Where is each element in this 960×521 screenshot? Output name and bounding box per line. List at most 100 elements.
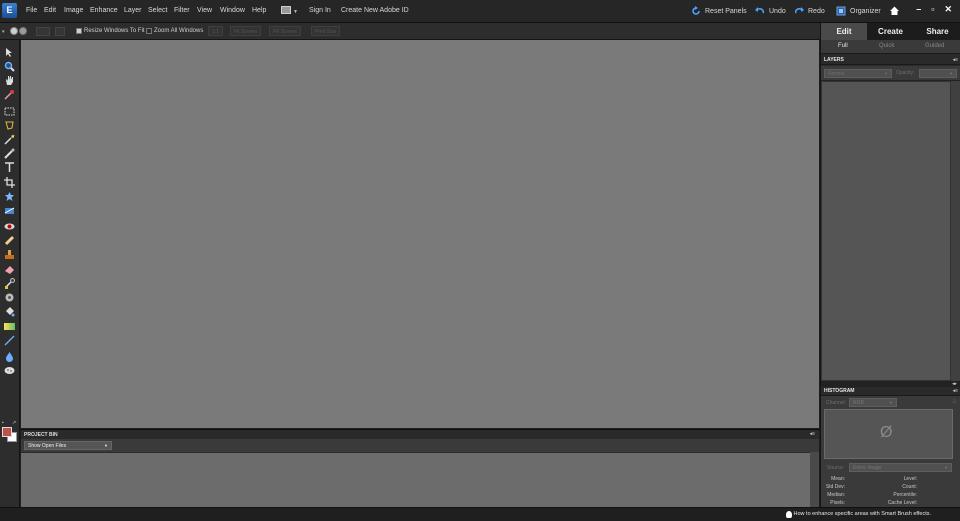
type-icon[interactable] <box>4 162 15 173</box>
chevron-down-icon: ▼ <box>889 400 893 405</box>
close-button[interactable]: ✕ <box>944 4 952 15</box>
minimize-button[interactable]: – <box>916 4 921 15</box>
lasso-icon[interactable] <box>4 120 15 131</box>
stat-median-label: Median: <box>827 492 845 498</box>
red-eye-icon[interactable] <box>4 221 15 232</box>
toolbox: ↗ ▪ <box>0 40 20 507</box>
source-select[interactable]: Entire Image ▼ <box>849 463 952 472</box>
foreground-color-swatch[interactable] <box>2 427 12 437</box>
gradient-icon[interactable] <box>4 321 15 332</box>
shape-icon[interactable] <box>4 335 15 346</box>
subtab-guided[interactable]: Guided <box>925 43 944 49</box>
eyedropper-icon[interactable] <box>4 89 15 100</box>
restore-button[interactable]: ▫ <box>931 4 934 15</box>
undo-button[interactable]: Undo <box>755 5 786 17</box>
swap-colors-icon[interactable]: ↗ <box>12 420 16 426</box>
menu-help[interactable]: Help <box>252 7 266 14</box>
eraser-icon[interactable] <box>4 264 15 275</box>
menu-layer[interactable]: Layer <box>124 7 142 14</box>
default-colors-icon[interactable]: ▪ <box>2 420 4 426</box>
blur-icon[interactable] <box>4 351 15 362</box>
zoom-icon[interactable] <box>4 61 15 72</box>
chevron-down-icon: ▼ <box>949 71 953 76</box>
histogram-graph: Ø <box>824 409 953 459</box>
zoom-dropdown[interactable] <box>55 27 65 36</box>
menu-filter[interactable]: Filter <box>174 7 190 14</box>
smart-brush-icon[interactable] <box>4 292 15 303</box>
paint-bucket-icon[interactable] <box>4 306 15 317</box>
redo-button[interactable]: Redo <box>794 5 825 17</box>
quick-selection-icon[interactable] <box>4 148 15 159</box>
fit-screen-button[interactable]: Fit Screen <box>230 26 261 36</box>
healing-brush-icon[interactable] <box>4 235 15 246</box>
status-bar: How to enhance specific areas with Smart… <box>0 507 960 521</box>
stat-stddev-label: Std Dev: <box>825 484 845 490</box>
bin-files-select[interactable]: Show Open Files ▼ <box>24 441 112 450</box>
hand-icon[interactable] <box>4 75 15 86</box>
layers-scrollbar[interactable] <box>951 81 960 381</box>
clone-stamp-icon[interactable] <box>4 249 15 260</box>
menu-view[interactable]: View <box>197 7 212 14</box>
zoom-all-checkbox[interactable] <box>146 28 152 34</box>
menu-window[interactable]: Window <box>220 7 245 14</box>
blend-mode-select[interactable]: Normal ▼ <box>824 69 892 78</box>
organizer-label: Organizer <box>850 7 881 15</box>
histogram-title: HISTOGRAM <box>824 388 855 394</box>
bin-thumbnails-area[interactable] <box>21 452 810 507</box>
channel-label: Channel: <box>826 400 847 406</box>
zoom-in-icon[interactable] <box>10 27 18 35</box>
layers-panel-header: LAYERS ◂≡ <box>821 56 960 65</box>
print-size-button[interactable]: Print Size <box>311 26 341 36</box>
window-controls: – ▫ ✕ <box>916 4 952 15</box>
document-canvas[interactable] <box>21 40 819 428</box>
move-icon[interactable] <box>4 47 15 58</box>
channel-select[interactable]: RGB ▼ <box>849 398 897 407</box>
tab-share[interactable]: Share <box>914 23 960 40</box>
undo-label: Undo <box>769 7 786 15</box>
marquee-icon[interactable] <box>4 106 15 117</box>
arrange-documents-button[interactable]: ▼ <box>281 6 298 16</box>
stat-level-label: Level: <box>903 476 917 482</box>
brush-icon[interactable] <box>4 278 15 289</box>
sign-in-link[interactable]: Sign In <box>309 7 331 14</box>
panel-menu-icon[interactable]: ◂≡ <box>810 431 815 437</box>
opacity-field[interactable]: ▼ <box>919 69 957 78</box>
actual-pixels-button[interactable]: 1:1 <box>208 26 223 36</box>
refresh-icon[interactable]: ⚠ <box>952 398 957 405</box>
cookie-cutter-icon[interactable] <box>4 191 15 202</box>
app-logo: E <box>2 3 17 18</box>
straighten-icon[interactable] <box>4 205 15 216</box>
panel-menu-icon[interactable]: ◂≡ <box>953 57 958 63</box>
create-adobe-id-link[interactable]: Create New Adobe ID <box>341 7 409 14</box>
layers-list[interactable] <box>821 81 951 381</box>
menu-file[interactable]: File <box>26 7 37 14</box>
zoom-field[interactable] <box>36 27 50 36</box>
chevron-down-icon: ▼ <box>884 71 888 76</box>
histogram-panel: Channel: RGB ▼ ⚠ Ø Source: Entire Image … <box>821 396 960 507</box>
menu-image[interactable]: Image <box>64 7 83 14</box>
edit-mode-subtabs: Full Quick Guided <box>821 40 960 54</box>
bin-scrollbar[interactable] <box>810 452 819 507</box>
menu-enhance[interactable]: Enhance <box>90 7 118 14</box>
tab-edit[interactable]: Edit <box>821 23 867 40</box>
home-icon[interactable] <box>889 5 900 16</box>
tip-link[interactable]: How to enhance specific areas with Smart… <box>794 511 931 517</box>
fill-screen-button[interactable]: Fill Screen <box>269 26 301 36</box>
crop-icon[interactable] <box>4 177 15 188</box>
panel-menu-icon[interactable]: ◂≡ <box>953 388 958 394</box>
sponge-icon[interactable] <box>4 365 15 376</box>
tab-create[interactable]: Create <box>867 23 914 40</box>
menu-select[interactable]: Select <box>148 7 167 14</box>
organizer-button[interactable]: Organizer <box>836 5 881 17</box>
subtab-quick[interactable]: Quick <box>879 43 894 49</box>
reset-panels-button[interactable]: Reset Panels <box>691 5 747 17</box>
zoom-out-icon[interactable] <box>19 27 27 35</box>
no-histogram-icon: Ø <box>880 424 893 441</box>
opacity-label: Opacity: <box>896 70 915 76</box>
resize-windows-checkbox[interactable] <box>76 28 82 34</box>
options-caret-icon[interactable]: ▾ <box>2 29 5 35</box>
reset-panels-label: Reset Panels <box>705 7 747 15</box>
subtab-full[interactable]: Full <box>838 43 848 49</box>
menu-edit[interactable]: Edit <box>44 7 56 14</box>
magic-wand-icon[interactable] <box>4 134 15 145</box>
